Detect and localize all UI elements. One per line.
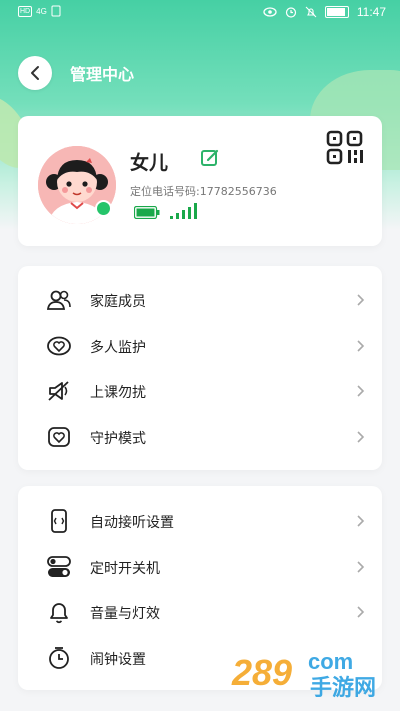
network-type: 4G	[36, 6, 47, 16]
menu-item-label: 家庭成员	[90, 294, 146, 310]
menu-item-scheduled-power[interactable]: 定时开关机	[18, 544, 382, 589]
status-bar: HD 4G 11:47	[0, 0, 400, 26]
menu-item-label: 定时开关机	[90, 561, 160, 577]
chevron-right-icon	[357, 606, 365, 618]
battery-icon	[324, 6, 349, 18]
svg-text:手游网: 手游网	[310, 675, 376, 700]
phone-auto-answer-icon	[51, 509, 67, 533]
profile-card: 女儿 定位电话号码:17782556736	[18, 116, 382, 246]
menu-item-label: 多人监护	[90, 340, 146, 356]
chevron-right-icon	[357, 340, 365, 352]
heart-icon	[47, 336, 71, 356]
menu-item-auto-answer[interactable]: 自动接听设置	[18, 498, 382, 543]
site-watermark-logo: 289 com 手游网	[231, 649, 376, 700]
phone-number: 定位电话号码:17782556736	[130, 185, 277, 198]
menu-item-label: 上课勿扰	[90, 385, 146, 401]
eye-icon	[263, 7, 277, 17]
page-header: 管理中心	[18, 56, 134, 90]
online-status-dot	[95, 200, 112, 217]
back-button[interactable]	[18, 56, 52, 90]
device-battery-icon	[134, 206, 160, 219]
signal-icon	[170, 203, 197, 219]
menu-item-label: 闹钟设置	[90, 652, 146, 668]
page-title: 管理中心	[70, 65, 135, 84]
chevron-right-icon	[357, 294, 365, 306]
status-time: 11:47	[356, 5, 386, 19]
menu-item-class-mute[interactable]: 上课勿扰	[18, 368, 382, 413]
heart-shield-icon	[48, 427, 70, 447]
menu-item-label: 守护模式	[90, 431, 146, 447]
menu-item-family-members[interactable]: 家庭成员	[18, 277, 382, 322]
svg-text:289: 289	[231, 652, 292, 693]
menu-item-volume-light[interactable]: 音量与灯效	[18, 589, 382, 634]
chevron-right-icon	[357, 515, 365, 527]
qr-code-icon[interactable]	[326, 130, 366, 166]
menu-item-label: 自动接听设置	[90, 515, 174, 531]
menu-item-guard-mode[interactable]: 守护模式	[18, 414, 382, 459]
chevron-right-icon	[357, 561, 365, 573]
toggle-switch-icon	[47, 556, 71, 577]
family-members-icon	[46, 290, 71, 310]
chevron-left-icon	[31, 66, 39, 80]
chevron-right-icon	[357, 431, 365, 443]
edit-icon[interactable]	[200, 148, 220, 168]
hd-icon: HD	[18, 5, 33, 17]
menu-card-members: 家庭成员 多人监护 上课勿扰 守护模式	[18, 266, 382, 470]
device-name: 女儿	[130, 152, 169, 174]
chevron-right-icon	[357, 385, 365, 397]
menu-item-label: 音量与灯效	[90, 606, 160, 622]
mute-bell-icon	[305, 6, 317, 18]
menu-item-multi-guardian[interactable]: 多人监护	[18, 323, 382, 368]
svg-text:com: com	[308, 649, 353, 674]
bell-icon	[50, 603, 68, 624]
alarm-icon	[285, 7, 296, 18]
alarm-clock-icon	[49, 647, 69, 669]
sim-icon	[51, 5, 61, 17]
mute-speaker-icon	[48, 381, 69, 401]
